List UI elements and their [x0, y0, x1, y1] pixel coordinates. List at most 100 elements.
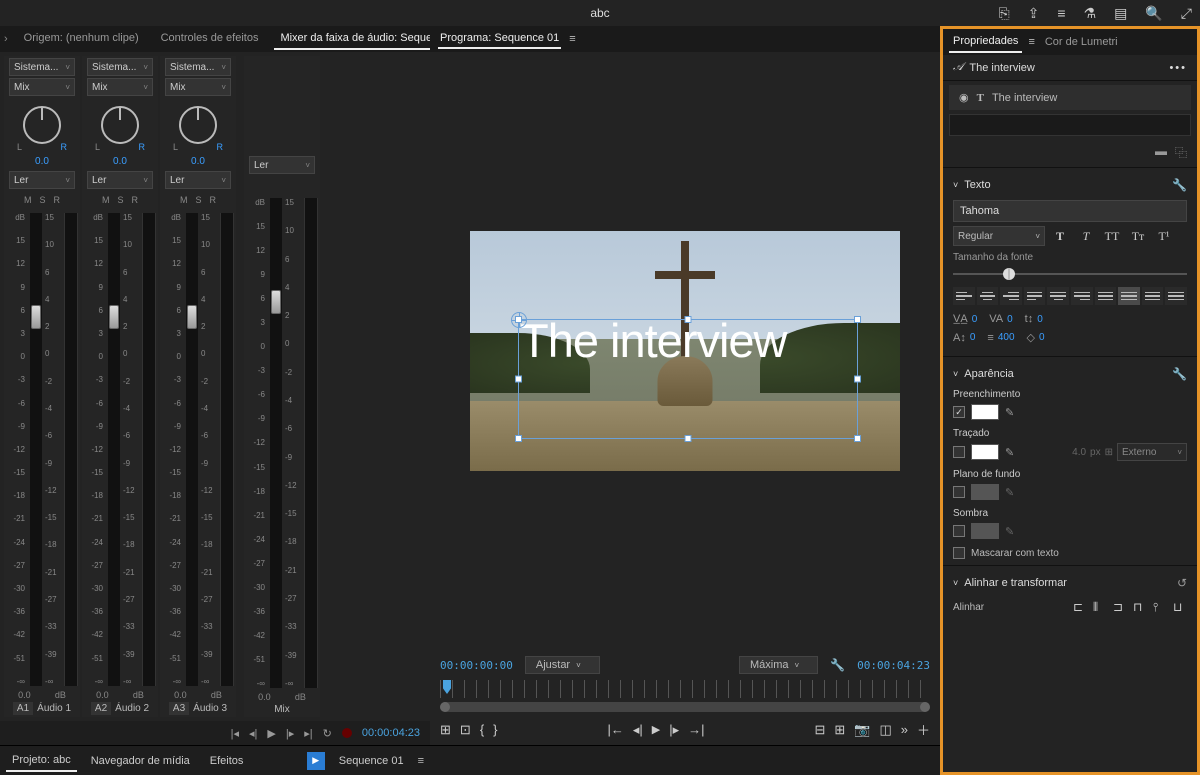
stroke-checkbox[interactable]: [953, 446, 965, 458]
tab-properties[interactable]: Propriedades: [949, 31, 1022, 53]
marker-icon[interactable]: ⊞: [440, 722, 451, 738]
play-icon[interactable]: ▶: [652, 723, 660, 736]
allcaps-button[interactable]: TT: [1101, 226, 1123, 246]
justify-left-button[interactable]: [1024, 287, 1046, 305]
fader[interactable]: [270, 198, 282, 688]
font-family-dropdown[interactable]: Tahoma: [953, 200, 1187, 222]
output-dropdown[interactable]: Mix˅: [165, 78, 231, 96]
shadow-swatch[interactable]: [971, 523, 999, 539]
mark-in-icon[interactable]: {: [480, 722, 484, 737]
workspace-icon[interactable]: ⎘: [998, 5, 1009, 22]
tracking-value[interactable]: 0: [972, 314, 978, 325]
goto-in-icon[interactable]: |←: [607, 722, 623, 737]
stroke-position-dropdown[interactable]: Externo˅: [1117, 443, 1187, 461]
align-left-button[interactable]: [953, 287, 975, 305]
eyedropper-icon[interactable]: ✎: [1005, 525, 1014, 538]
goto-in-icon[interactable]: |◂: [231, 727, 239, 740]
other-value[interactable]: 0: [1039, 332, 1045, 343]
share-icon[interactable]: ⇪: [1028, 5, 1040, 22]
add-button-icon[interactable]: ＋: [917, 720, 930, 739]
mask-checkbox[interactable]: [953, 547, 965, 559]
step-back-icon[interactable]: ◂|: [633, 722, 643, 738]
sequence-play-icon[interactable]: ▶: [307, 752, 325, 770]
pan-knob[interactable]: LR: [173, 102, 223, 152]
tab-project[interactable]: Projeto: abc: [6, 750, 77, 772]
text-selection-box[interactable]: [518, 319, 858, 439]
zoom-dropdown[interactable]: Ajustar˅: [525, 656, 600, 674]
beaker-icon[interactable]: ⚗: [1084, 5, 1097, 22]
pan-knob[interactable]: LR: [17, 102, 67, 152]
lift-icon[interactable]: ⊟: [814, 722, 825, 738]
pan-knob[interactable]: LR: [95, 102, 145, 152]
step-fwd-icon[interactable]: |▸: [669, 722, 679, 738]
panel-menu-icon[interactable]: ≡: [1028, 36, 1034, 48]
input-dropdown[interactable]: Sistema...˅: [9, 58, 75, 76]
folder-icon[interactable]: ▬: [1155, 144, 1167, 161]
stroke-width[interactable]: 4.0: [1072, 447, 1086, 458]
reset-icon[interactable]: ↺: [1177, 576, 1187, 590]
output-dropdown[interactable]: Mix˅: [87, 78, 153, 96]
background-swatch[interactable]: [971, 484, 999, 500]
automation-dropdown[interactable]: Ler˅: [9, 171, 75, 189]
section-align-header[interactable]: ˅ Alinhar e transformar ↺: [943, 570, 1197, 596]
search-icon[interactable]: 🔍: [1145, 5, 1162, 22]
automation-dropdown[interactable]: Ler˅: [249, 156, 315, 174]
justify-all-button[interactable]: [1095, 287, 1117, 305]
section-appearance-header[interactable]: ˅ Aparência 🔧: [943, 361, 1197, 387]
tab-media-browser[interactable]: Navegador de mídia: [85, 751, 196, 771]
text-layer-row[interactable]: ◉ T The interview: [949, 85, 1191, 110]
align-top-edges-icon[interactable]: ⊓: [1133, 600, 1147, 614]
play-icon[interactable]: ▶: [267, 727, 275, 740]
wrench-icon[interactable]: 🔧: [1172, 367, 1187, 381]
timecode-out[interactable]: 00:00:04:23: [857, 659, 930, 672]
align-hcenter-icon[interactable]: ⫴: [1093, 600, 1107, 614]
tab-program[interactable]: Programa: Sequence 01: [438, 29, 561, 49]
baseline-value[interactable]: 0: [1037, 314, 1043, 325]
step-fwd-icon[interactable]: |▸: [286, 727, 294, 740]
leading-value[interactable]: 0: [970, 332, 976, 343]
program-canvas[interactable]: The interview: [470, 231, 900, 471]
output-dropdown[interactable]: Mix˅: [9, 78, 75, 96]
text-bottom-button[interactable]: [1165, 287, 1187, 305]
fill-swatch[interactable]: [971, 404, 999, 420]
fader[interactable]: [30, 213, 42, 686]
text-middle-button[interactable]: [1142, 287, 1164, 305]
fill-checkbox[interactable]: [953, 406, 965, 418]
program-scrollbar[interactable]: [440, 702, 930, 712]
align-right-button[interactable]: [1000, 287, 1022, 305]
tab-lumetri[interactable]: Cor de Lumetri: [1041, 32, 1122, 52]
timecode-in[interactable]: 00:00:00:00: [440, 659, 513, 672]
input-dropdown[interactable]: Sistema...˅: [87, 58, 153, 76]
input-dropdown[interactable]: Sistema...˅: [165, 58, 231, 76]
tab-effects[interactable]: Efeitos: [204, 751, 250, 771]
pan-value[interactable]: 0.0: [35, 156, 49, 167]
eyedropper-icon[interactable]: ✎: [1005, 406, 1014, 419]
loop-icon[interactable]: ↻: [323, 727, 332, 740]
extract-icon[interactable]: ⊞: [834, 722, 845, 738]
compare-icon[interactable]: ◫: [879, 722, 891, 738]
align-bottom-edges-icon[interactable]: ⊔: [1173, 600, 1187, 614]
kerning-value[interactable]: 0: [1007, 314, 1013, 325]
program-ruler[interactable]: [440, 680, 930, 698]
more-icon[interactable]: »: [901, 722, 908, 737]
playhead-icon[interactable]: [443, 680, 451, 694]
superscript-button[interactable]: T¹: [1153, 226, 1175, 246]
arrow-icon[interactable]: ›: [4, 33, 8, 45]
visibility-icon[interactable]: ◉: [959, 91, 969, 104]
panel-menu-icon[interactable]: ≡: [569, 33, 575, 45]
align-right-edges-icon[interactable]: ⊐: [1113, 600, 1127, 614]
justify-center-button[interactable]: [1047, 287, 1069, 305]
justify-right-button[interactable]: [1071, 287, 1093, 305]
shadow-checkbox[interactable]: [953, 525, 965, 537]
tab-sequence[interactable]: Sequence 01: [333, 751, 410, 771]
panel-menu-icon[interactable]: ≡: [1057, 5, 1065, 22]
eyedropper-icon[interactable]: ✎: [1005, 446, 1014, 459]
align-center-button[interactable]: [977, 287, 999, 305]
gain-value[interactable]: 0.0: [18, 690, 31, 700]
marker-icon[interactable]: ⊡: [460, 722, 471, 738]
automation-dropdown[interactable]: Ler˅: [165, 171, 231, 189]
stroke-swatch[interactable]: [971, 444, 999, 460]
goto-out-icon[interactable]: →|: [688, 722, 704, 737]
eyedropper-icon[interactable]: ✎: [1005, 486, 1014, 499]
more-icon[interactable]: •••: [1169, 62, 1187, 74]
